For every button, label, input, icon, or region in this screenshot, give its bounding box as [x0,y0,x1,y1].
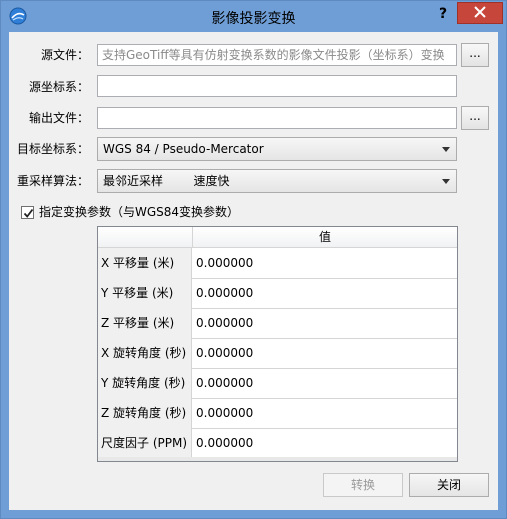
table-cell[interactable]: 0.000000 [193,368,457,398]
table-row: X 平移量 (米) 0.000000 [98,248,457,279]
table-cell[interactable]: 0.000000 [193,248,457,278]
window-title: 影像投影变换 [211,11,296,27]
row-header: Y 旋转角度 (秒) [98,368,192,398]
table-cell[interactable]: 0.000000 [193,278,457,308]
row-header: Z 平移量 (米) [98,308,192,338]
custom-params-checkbox[interactable] [21,206,34,219]
custom-params-label[interactable]: 指定变换参数（与WGS84变换参数） [39,204,239,220]
dialog-window: 影像投影变换 ? 源文件： 支持GeoTiff等具有仿射变换系数的影像文件投影（… [0,0,507,519]
row-header: Y 平移量 (米) [98,278,192,308]
params-table: 值 X 平移量 (米) 0.000000 Y 平移量 (米) 0.000000 … [97,226,458,462]
target-crs-value: WGS 84 / Pseudo-Mercator [103,142,264,156]
dialog-content: 源文件： 支持GeoTiff等具有仿射变换系数的影像文件投影（坐标系）变换 ..… [9,32,498,510]
table-row: Z 旋转角度 (秒) 0.000000 [98,398,457,429]
chevron-down-icon [442,179,450,184]
horizontal-scrollbar[interactable] [98,457,457,461]
window-close-button[interactable] [457,2,503,24]
chevron-down-icon [442,147,450,152]
table-row: Z 平移量 (米) 0.000000 [98,308,457,339]
table-row: X 旋转角度 (秒) 0.000000 [98,338,457,369]
table-header: 值 [98,227,457,248]
column-header-value[interactable]: 值 [193,227,457,247]
source-crs-label: 源坐标系： [28,80,89,94]
resampling-label: 重采样算法： [16,174,89,188]
row-header: 尺度因子 (PPM) [98,428,192,458]
resampling-value: 最邻近采样 速度快 [103,174,230,188]
target-crs-select[interactable]: WGS 84 / Pseudo-Mercator [97,137,457,161]
target-crs-label: 目标坐标系： [16,142,89,156]
close-icon [458,6,502,18]
output-file-input[interactable] [97,107,457,129]
close-button[interactable]: 关闭 [409,473,489,497]
convert-button[interactable]: 转换 [323,473,403,497]
table-corner [98,227,193,247]
output-file-browse-button[interactable]: ... [461,106,489,130]
resampling-select[interactable]: 最邻近采样 速度快 [97,169,457,193]
table-cell[interactable]: 0.000000 [193,338,457,368]
table-cell[interactable]: 0.000000 [193,428,457,458]
row-header: X 旋转角度 (秒) [98,338,192,368]
row-header: Z 旋转角度 (秒) [98,398,192,428]
source-file-label: 源文件： [40,48,89,62]
table-row: 尺度因子 (PPM) 0.000000 [98,428,457,459]
table-cell[interactable]: 0.000000 [193,308,457,338]
source-crs-input[interactable] [97,75,457,97]
table-cell[interactable]: 0.000000 [193,398,457,428]
table-row: Y 平移量 (米) 0.000000 [98,278,457,309]
help-button[interactable]: ? [433,4,453,24]
check-icon [23,208,34,218]
source-file-input[interactable]: 支持GeoTiff等具有仿射变换系数的影像文件投影（坐标系）变换 [97,44,457,66]
row-header: X 平移量 (米) [98,248,192,278]
title-bar[interactable]: 影像投影变换 ? [1,1,506,32]
source-file-browse-button[interactable]: ... [461,43,489,67]
output-file-label: 输出文件： [28,111,89,125]
table-row: Y 旋转角度 (秒) 0.000000 [98,368,457,399]
